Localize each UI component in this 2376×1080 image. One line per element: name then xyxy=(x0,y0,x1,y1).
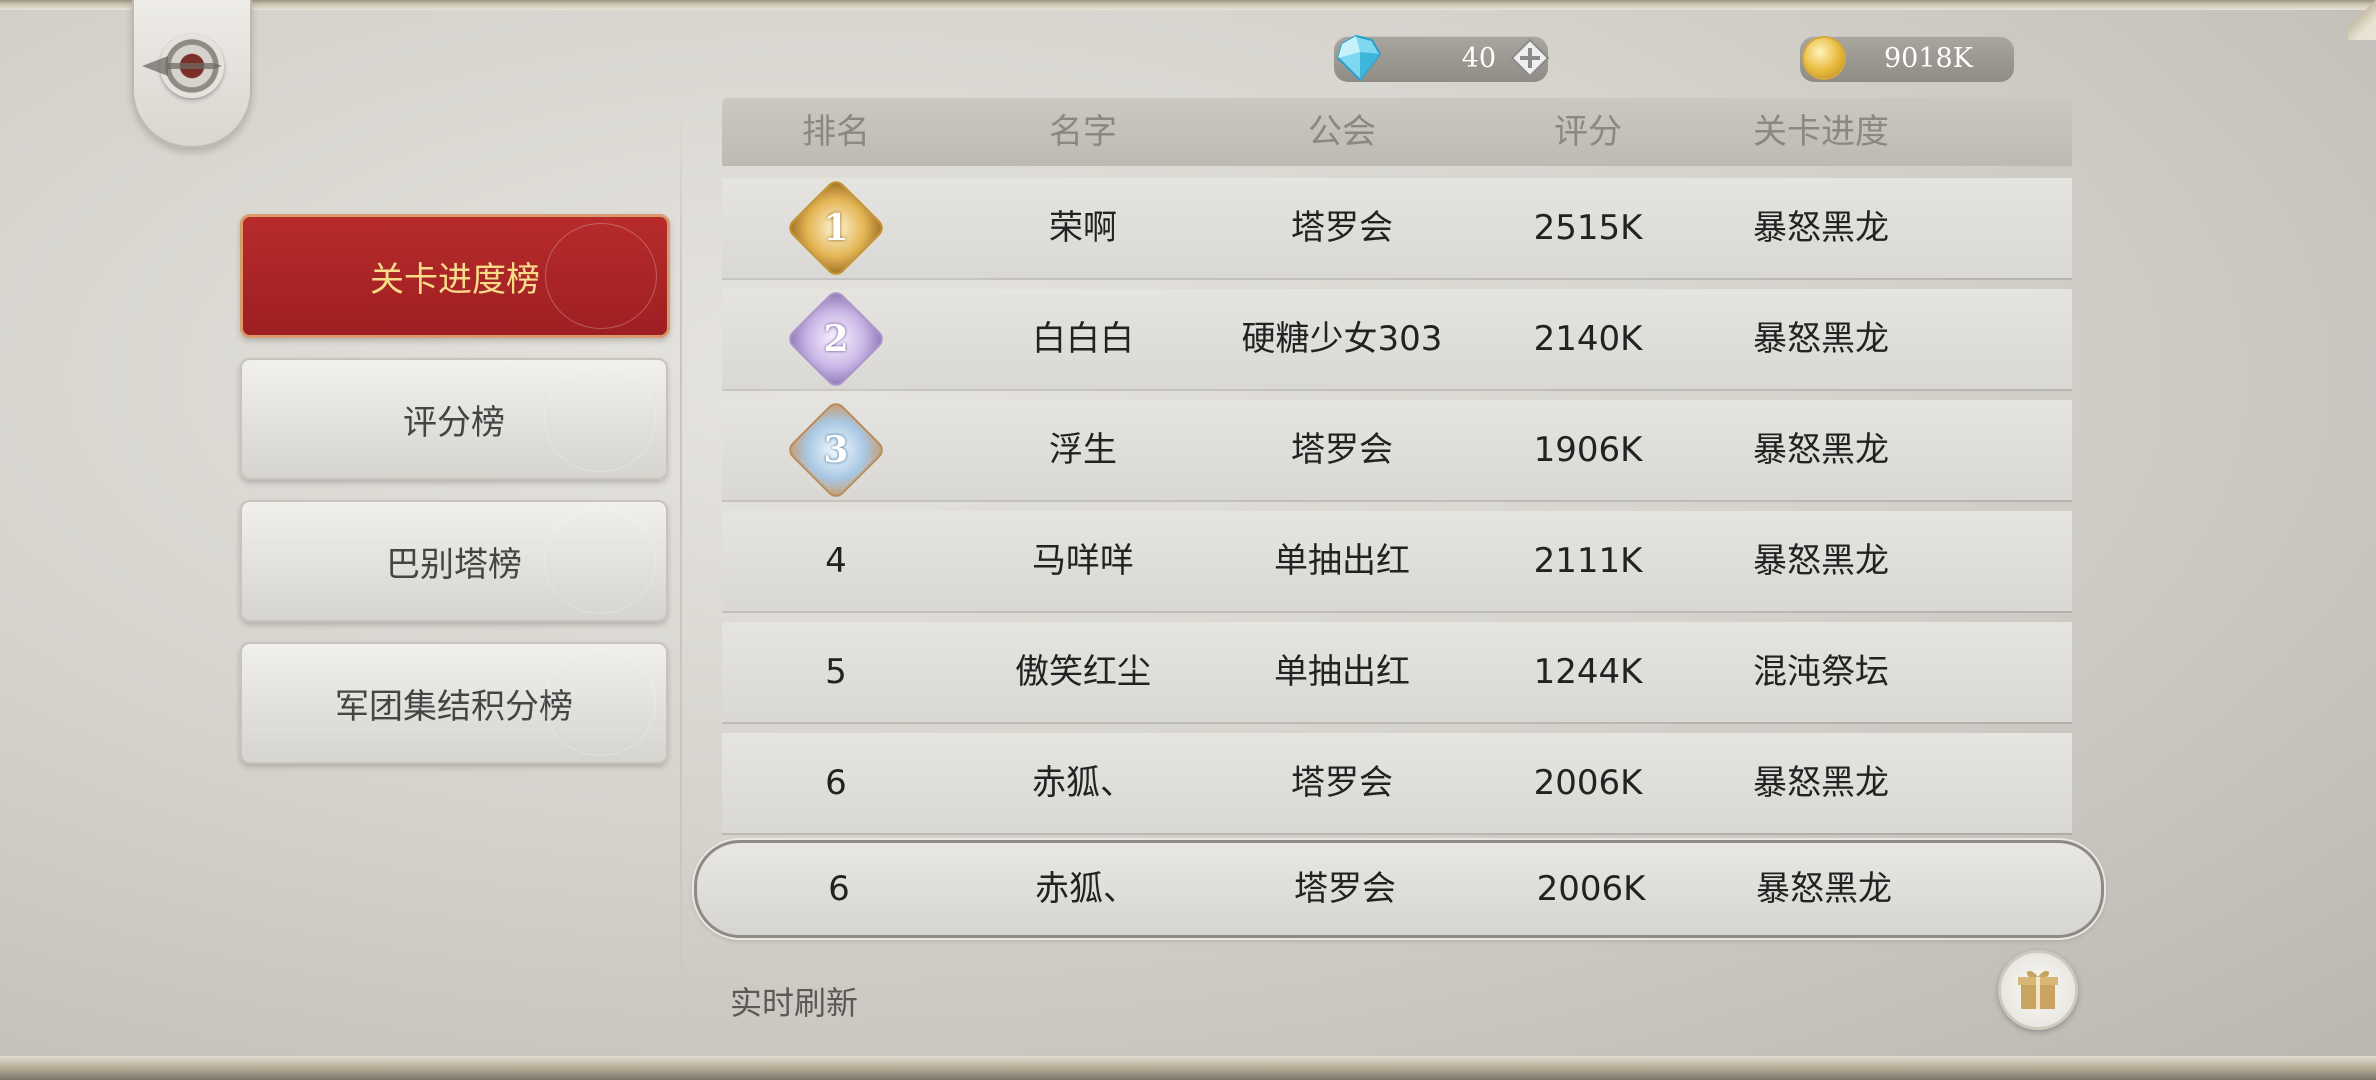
header-guild: 公会 xyxy=(1308,112,1376,152)
row-progress: 暴怒黑龙 xyxy=(1753,319,1889,359)
header-name: 名字 xyxy=(1049,112,1117,152)
row-progress: 暴怒黑龙 xyxy=(1753,430,1889,470)
row-name: 荣啊 xyxy=(1049,208,1117,248)
back-arrow-icon xyxy=(142,56,222,76)
diamond-gem-icon xyxy=(1336,34,1382,82)
my-progress: 暴怒黑龙 xyxy=(1756,869,1892,909)
rank-3-badge: 3 xyxy=(785,399,887,501)
gift-icon xyxy=(2018,970,2058,1009)
row-guild: 塔罗会 xyxy=(1291,208,1393,248)
plus-icon[interactable] xyxy=(1510,38,1550,78)
tab-label: 巴别塔榜 xyxy=(386,544,522,585)
row-progress: 暴怒黑龙 xyxy=(1753,541,1889,581)
table-header: 排名 名字 公会 评分 关卡进度 xyxy=(722,98,2072,166)
gem-count: 40 xyxy=(1461,43,1496,74)
row-guild: 单抽出红 xyxy=(1274,541,1410,581)
tab-label: 关卡进度榜 xyxy=(370,259,540,300)
my-rank-row[interactable]: 6 赤狐、 塔罗会 2006K 暴怒黑龙 xyxy=(694,840,2104,938)
row-score: 2111K xyxy=(1533,541,1643,581)
header-rank: 排名 xyxy=(802,112,870,152)
gold-currency: 9018K xyxy=(1800,36,2014,82)
row-name: 赤狐、 xyxy=(1032,763,1134,803)
table-row[interactable]: 3 浮生 塔罗会 1906K 暴怒黑龙 xyxy=(722,399,2072,501)
my-name: 赤狐、 xyxy=(1035,869,1137,909)
header-progress: 关卡进度 xyxy=(1753,112,1889,152)
gem-currency: 40 xyxy=(1334,34,1550,82)
my-guild: 塔罗会 xyxy=(1294,869,1396,909)
rank-1-badge: 1 xyxy=(785,177,887,279)
tab-stage-progress[interactable]: 关卡进度榜 xyxy=(240,214,670,338)
tab-legion-rally[interactable]: 军团集结积分榜 xyxy=(240,642,668,764)
row-name: 白白白 xyxy=(1032,319,1134,359)
row-guild: 塔罗会 xyxy=(1291,763,1393,803)
tab-babel-tower[interactable]: 巴别塔榜 xyxy=(240,500,668,622)
tab-label: 评分榜 xyxy=(403,402,505,443)
table-row[interactable]: 2 白白白 硬糖少女303 2140K 暴怒黑龙 xyxy=(722,288,2072,390)
row-guild: 塔罗会 xyxy=(1291,430,1393,470)
row-score: 2006K xyxy=(1533,763,1643,803)
back-button[interactable] xyxy=(132,0,252,148)
corner-ornament xyxy=(2348,0,2376,40)
refresh-status: 实时刷新 xyxy=(730,984,859,1022)
table-row[interactable]: 1 荣啊 塔罗会 2515K 暴怒黑龙 xyxy=(722,177,2072,279)
row-rank: 6 xyxy=(825,763,847,803)
rank-2-badge: 2 xyxy=(785,288,887,390)
table-row[interactable]: 6 赤狐、 塔罗会 2006K 暴怒黑龙 xyxy=(722,733,2072,833)
row-name: 浮生 xyxy=(1049,430,1117,470)
row-rank: 5 xyxy=(825,652,847,692)
row-progress: 暴怒黑龙 xyxy=(1753,208,1889,248)
panel-divider xyxy=(680,100,682,1060)
row-name: 马咩咩 xyxy=(1032,541,1134,581)
header-score: 评分 xyxy=(1554,112,1622,152)
tab-label: 军团集结积分榜 xyxy=(335,686,573,727)
row-progress: 暴怒黑龙 xyxy=(1753,763,1889,803)
row-score: 1906K xyxy=(1533,430,1643,470)
row-guild: 硬糖少女303 xyxy=(1241,319,1443,359)
row-score: 2140K xyxy=(1533,319,1643,359)
row-progress: 混沌祭坛 xyxy=(1753,652,1889,692)
my-score: 2006K xyxy=(1536,869,1646,909)
table-row[interactable]: 5 傲笑红尘 单抽出红 1244K 混沌祭坛 xyxy=(722,622,2072,722)
row-guild: 单抽出红 xyxy=(1274,652,1410,692)
gold-coin-icon xyxy=(1804,38,1844,78)
row-name: 傲笑红尘 xyxy=(1015,652,1151,692)
gift-button[interactable] xyxy=(1998,950,2078,1030)
bottom-frame-border xyxy=(0,1056,2376,1080)
row-score: 2515K xyxy=(1533,208,1643,248)
row-score: 1244K xyxy=(1533,652,1643,692)
my-rank: 6 xyxy=(828,869,850,909)
table-row[interactable]: 4 马咩咩 单抽出红 2111K 暴怒黑龙 xyxy=(722,511,2072,611)
gold-count: 9018K xyxy=(1884,43,1973,74)
row-rank: 4 xyxy=(825,541,847,581)
tab-score[interactable]: 评分榜 xyxy=(240,358,668,480)
top-frame-border xyxy=(0,0,2376,10)
